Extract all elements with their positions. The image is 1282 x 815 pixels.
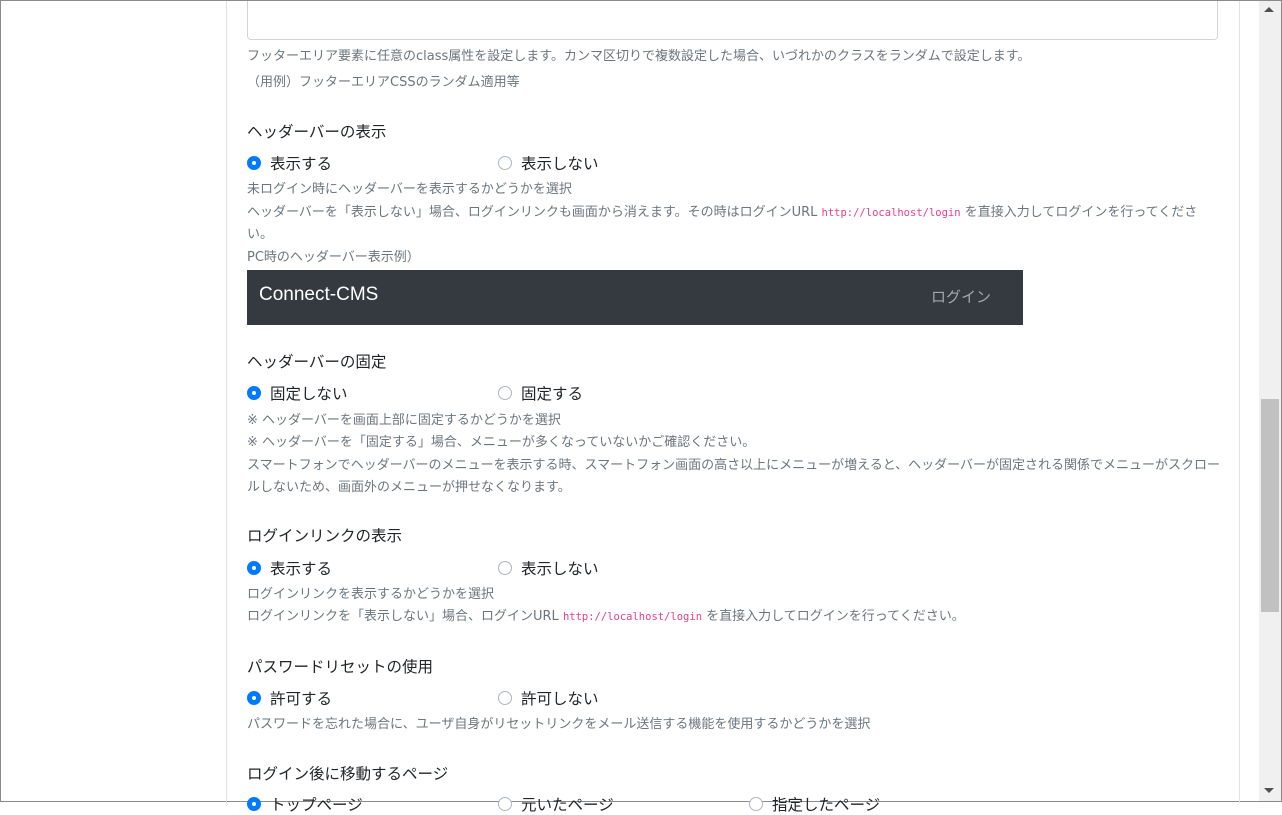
radio-checked-icon	[247, 797, 261, 811]
help-text: ヘッダーバーを「表示しない」場合、ログインリンクも画面から消えます。その時はログ…	[247, 205, 822, 220]
footer-class-help-2: （用例）フッターエリアCSSのランダム適用等	[247, 75, 520, 90]
content-right-border	[1239, 1, 1240, 803]
radio-checked-icon	[247, 691, 261, 705]
radio-unchecked-icon	[498, 386, 512, 400]
help-text: を直接入力してログインを行ってください。	[702, 609, 965, 624]
header-fixed-on-radio[interactable]: 固定する	[498, 382, 583, 404]
header-fixed-help-3: スマートフォンでヘッダーバーのメニューを表示する時、スマートフォン画面の高さ以上…	[247, 458, 1221, 495]
footer-class-help-1: フッターエリア要素に任意のclass属性を設定します。カンマ区切りで複数設定した…	[247, 49, 1031, 64]
login-link-help-1: ログインリンクを表示するかどうかを選択	[247, 587, 495, 602]
scrollbar-thumb[interactable]	[1261, 399, 1279, 612]
radio-unchecked-icon	[498, 797, 512, 811]
password-reset-off-radio[interactable]: 許可しない	[498, 687, 599, 709]
radio-label: 許可する	[270, 690, 333, 708]
password-reset-help-1: パスワードを忘れた場合に、ユーザ自身がリセットリンクをメール送信する機能を使用す…	[247, 717, 871, 732]
radio-unchecked-icon	[749, 797, 763, 811]
after-login-label: ログイン後に移動するページ	[247, 765, 449, 783]
header-display-help-1: 未ログイン時にヘッダーバーを表示するかどうかを選択	[247, 182, 572, 197]
password-reset-label: パスワードリセットの使用	[247, 658, 434, 676]
radio-checked-icon	[247, 386, 261, 400]
header-fixed-label: ヘッダーバーの固定	[247, 353, 387, 371]
radio-label: 固定する	[521, 385, 584, 403]
radio-label: 元いたページ	[521, 796, 614, 814]
after-login-specified-radio[interactable]: 指定したページ	[749, 793, 880, 815]
radio-label: 表示する	[270, 155, 333, 173]
login-link-help-2: ログインリンクを「表示しない」場合、ログインURL http://localho…	[247, 606, 965, 628]
radio-unchecked-icon	[498, 561, 512, 575]
header-example-brand: Connect-CMS	[259, 284, 379, 305]
radio-label: 許可しない	[521, 690, 599, 708]
radio-label: 指定したページ	[772, 796, 881, 814]
help-text: ログインリンクを「表示しない」場合、ログインURL	[247, 609, 563, 624]
footer-class-input[interactable]	[247, 1, 1218, 40]
radio-checked-icon	[247, 561, 261, 575]
radio-checked-icon	[247, 156, 261, 170]
password-reset-on-radio[interactable]: 許可する	[247, 687, 332, 709]
header-bar-example: Connect-CMS ログイン	[247, 270, 1023, 325]
header-display-off-radio[interactable]: 表示しない	[498, 152, 599, 174]
radio-label: 表示しない	[521, 155, 599, 173]
radio-label: 固定しない	[270, 385, 348, 403]
content-left-border	[226, 1, 227, 803]
login-link-off-radio[interactable]: 表示しない	[498, 557, 599, 579]
radio-unchecked-icon	[498, 691, 512, 705]
header-example-caption: PC時のヘッダーバー表示例）	[247, 250, 420, 265]
header-display-help-2: ヘッダーバーを「表示しない」場合、ログインリンクも画面から消えます。その時はログ…	[247, 202, 1222, 246]
header-display-label: ヘッダーバーの表示	[247, 123, 387, 141]
radio-label: 表示しない	[521, 560, 599, 578]
scroll-up-arrow-icon[interactable]	[1264, 7, 1274, 12]
vertical-scrollbar[interactable]	[1259, 1, 1281, 801]
login-link-label: ログインリンクの表示	[247, 527, 403, 545]
scroll-down-arrow-icon[interactable]	[1264, 788, 1274, 793]
login-link-on-radio[interactable]: 表示する	[247, 557, 332, 579]
after-login-previous-radio[interactable]: 元いたページ	[498, 793, 614, 815]
header-fixed-help-2: ※ ヘッダーバーを「固定する」場合、メニューが多くなっていないかご確認ください。	[247, 435, 756, 450]
header-fixed-help-1: ※ ヘッダーバーを画面上部に固定するかどうかを選択	[247, 413, 561, 428]
header-fixed-off-radio[interactable]: 固定しない	[247, 382, 348, 404]
header-display-on-radio[interactable]: 表示する	[247, 152, 332, 174]
radio-label: 表示する	[270, 560, 333, 578]
login-url-code: http://localhost/login	[821, 207, 961, 219]
after-login-top-radio[interactable]: トップページ	[247, 793, 363, 815]
header-example-login: ログイン	[931, 288, 992, 306]
login-url-code: http://localhost/login	[562, 611, 703, 623]
radio-label: トップページ	[270, 796, 363, 814]
radio-unchecked-icon	[498, 156, 512, 170]
